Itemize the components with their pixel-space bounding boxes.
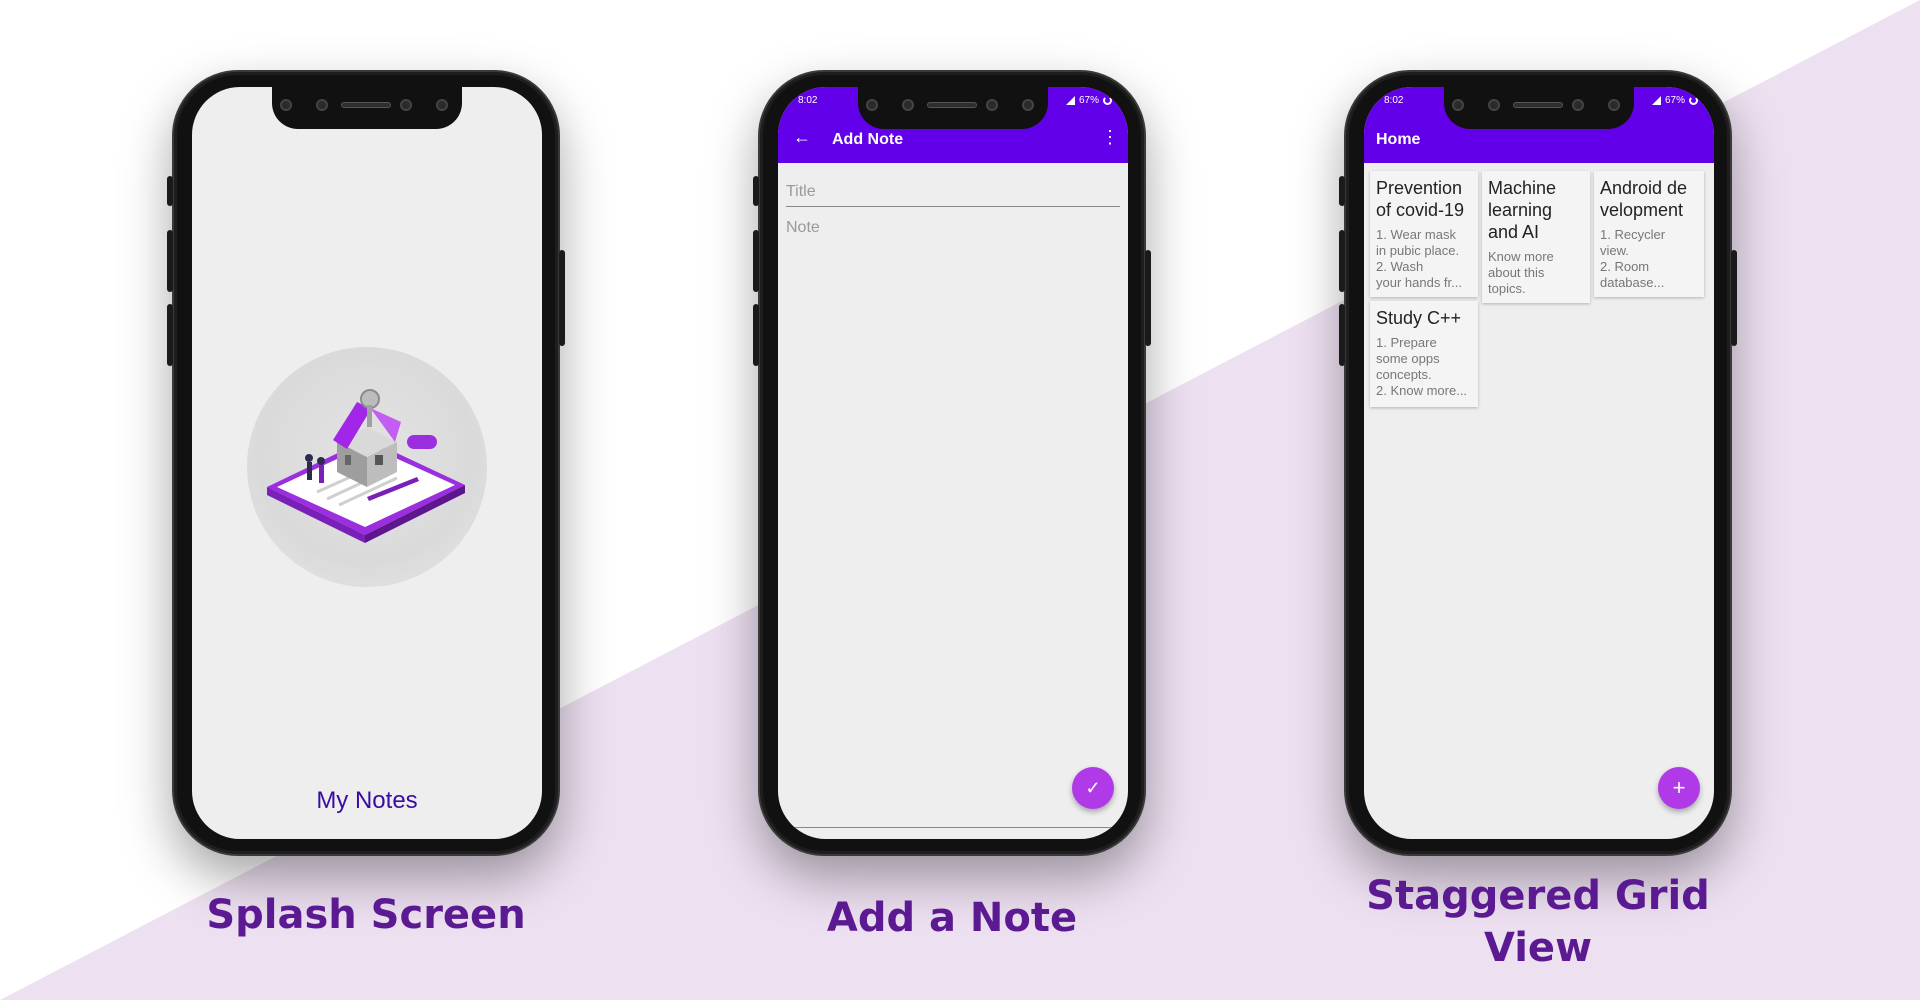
notch — [272, 87, 462, 129]
note-underline — [786, 827, 1120, 828]
home-screen: Home 8:02 67% Prevention of covid-19 1. … — [1364, 87, 1714, 839]
check-icon: ✓ — [1085, 778, 1101, 798]
notch — [1444, 87, 1634, 129]
note-card[interactable]: Prevention of covid-19 1. Wear mask in p… — [1370, 171, 1478, 297]
note-title: Prevention of covid-19 — [1376, 178, 1465, 220]
appbar-title: Add Note — [832, 131, 904, 148]
status-time: 8:02 — [1384, 95, 1404, 106]
battery-level: 67% — [1664, 95, 1685, 106]
note-body: Know more about this topics. — [1488, 249, 1554, 296]
phone-splash: My Notes — [167, 70, 565, 856]
note-title: Android de velopment — [1600, 178, 1688, 220]
status-battery: 67% — [1065, 95, 1112, 106]
caption-add-note: Add a Note — [826, 895, 1078, 941]
caption-grid: Staggered Grid View — [1338, 870, 1738, 974]
splash-illustration-circle — [247, 347, 487, 587]
caption-grid-line2: View — [1483, 925, 1593, 971]
save-fab-button[interactable]: ✓ — [1072, 767, 1114, 809]
more-vert-icon[interactable]: ⋮ — [1100, 125, 1120, 149]
battery-level: 67% — [1078, 95, 1099, 106]
phone-add-note: ← Add Note ⋮ 8:02 67% Title Note ✓ — [753, 70, 1151, 856]
house-illustration-icon — [267, 389, 465, 543]
title-input[interactable]: Title — [786, 179, 1120, 207]
battery-icon — [1103, 96, 1112, 105]
caption-splash: Splash Screen — [206, 892, 526, 938]
note-body: 1. Prepare some opps concepts. 2. Know m… — [1376, 335, 1468, 398]
status-battery: 67% — [1651, 95, 1698, 106]
note-input[interactable]: Note — [786, 215, 1120, 237]
add-note-fab-button[interactable]: + — [1658, 767, 1700, 809]
add-note-screen: ← Add Note ⋮ 8:02 67% Title Note ✓ — [778, 87, 1128, 839]
splash-screen: My Notes — [192, 87, 542, 839]
arrow-back-icon[interactable]: ← — [790, 125, 814, 149]
note-body: 1. Recycler view. 2. Room database... — [1600, 227, 1666, 290]
signal-icon — [1065, 96, 1075, 105]
signal-icon — [1651, 96, 1661, 105]
note-card[interactable]: Study C++ 1. Prepare some opps concepts.… — [1370, 301, 1478, 407]
appbar-title: Home — [1376, 131, 1421, 148]
note-card[interactable]: Machine learning and AI Know more about … — [1482, 171, 1590, 303]
caption-grid-line1: Staggered Grid — [1366, 873, 1710, 919]
note-title: Machine learning and AI — [1488, 178, 1557, 242]
notch — [858, 87, 1048, 129]
note-body: 1. Wear mask in pubic place. 2. Wash you… — [1376, 227, 1462, 290]
battery-icon — [1689, 96, 1698, 105]
phone-grid: Home 8:02 67% Prevention of covid-19 1. … — [1339, 70, 1737, 856]
note-title: Study C++ — [1376, 308, 1462, 328]
app-name: My Notes — [316, 787, 418, 814]
add-icon: + — [1672, 775, 1686, 800]
status-time: 8:02 — [798, 95, 818, 106]
note-card[interactable]: Android de velopment 1. Recycler view. 2… — [1594, 171, 1704, 297]
